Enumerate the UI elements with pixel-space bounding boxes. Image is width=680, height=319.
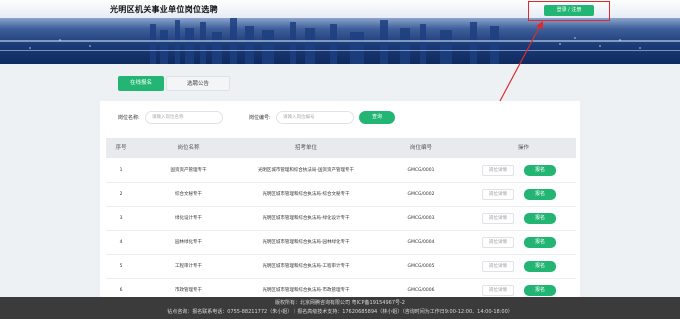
tab-announcement[interactable]: 选聘公告 — [166, 76, 230, 91]
search-row: 岗位名称: 请输入岗位名称 岗位编号: 请输入岗位编号 查询 — [100, 111, 580, 125]
job-detail-button[interactable]: 岗位详情 — [482, 261, 514, 272]
apply-button[interactable]: 报名 — [524, 285, 556, 296]
table-row: 2 综合文秘专干 光明区城市管理和综合执法局-综合文秘专干 GMCG/0002 … — [106, 182, 576, 207]
footer: 版权所有：北京网腾咨询有限公司 粤ICP备19154967号-2 钻点咨询：报名… — [0, 297, 680, 319]
tab-online-signup[interactable]: 在线报名 — [118, 76, 164, 91]
row-job-code: GMCG/0001 — [407, 167, 435, 173]
job-detail-button[interactable]: 岗位详情 — [482, 285, 514, 296]
row-job-code: GMCG/0003 — [407, 215, 435, 221]
row-index: 5 — [119, 263, 123, 269]
job-detail-button[interactable]: 岗位详情 — [482, 165, 514, 176]
row-job-name: 综合文秘专干 — [175, 191, 202, 197]
apply-button[interactable]: 报名 — [524, 189, 556, 200]
job-code-label: 岗位编号: — [249, 115, 271, 121]
main-panel: 岗位名称: 请输入岗位名称 岗位编号: 请输入岗位编号 查询 序号 岗位名称 招… — [100, 101, 580, 303]
table-row: 3 绿化设计专干 光明区城市管理和综合执法局-绿化设计专干 GMCG/0003 … — [106, 206, 576, 231]
row-job-name: 园林绿化专干 — [175, 239, 202, 245]
apply-button[interactable]: 报名 — [524, 261, 556, 272]
job-detail-button[interactable]: 岗位详情 — [482, 213, 514, 224]
table-header: 序号 岗位名称 招考单位 岗位编号 操作 — [106, 138, 576, 158]
row-index: 1 — [119, 167, 123, 173]
col-index: 序号 — [115, 145, 127, 151]
footer-copyright: 版权所有：北京网腾咨询有限公司 粤ICP备19154967号-2 — [274, 300, 405, 306]
footer-contact: 钻点咨询：报名联系电话：0755-88211772（朱小姐）｜报名高级技术支持：… — [167, 309, 513, 315]
apply-button[interactable]: 报名 — [524, 165, 556, 176]
query-button[interactable]: 查询 — [359, 111, 395, 124]
job-code-input[interactable]: 请输入岗位编号 — [276, 111, 354, 124]
row-job-name: 国资资产管理专干 — [170, 167, 207, 173]
row-unit: 光明区城市管理和综合执法局-园林绿化专干 — [262, 239, 350, 245]
col-job-name: 岗位名称 — [177, 145, 200, 151]
row-index: 2 — [119, 191, 123, 197]
row-job-code: GMCG/0002 — [407, 191, 435, 197]
col-action: 操作 — [517, 145, 529, 151]
col-unit: 招考单位 — [294, 145, 317, 151]
col-job-code: 岗位编号 — [409, 145, 432, 151]
row-index: 3 — [119, 215, 123, 221]
apply-button[interactable]: 报名 — [524, 237, 556, 248]
row-unit: 光明区城市管理和综合执法局-国资资产管理专干 — [257, 167, 355, 173]
row-job-code: GMCG/0005 — [407, 263, 435, 269]
row-job-name: 绿化设计专干 — [175, 215, 202, 221]
row-unit: 光明区城市管理和综合执法局-工程审计专干 — [262, 263, 350, 269]
table-row: 5 工程审计专干 光明区城市管理和综合执法局-工程审计专干 GMCG/0005 … — [106, 254, 576, 279]
login-register-button[interactable]: 登录 / 注册 — [544, 5, 594, 16]
job-name-label: 岗位名称: — [118, 115, 140, 121]
row-unit: 光明区城市管理和综合执法局-绿化设计专干 — [262, 215, 350, 221]
row-job-name: 工程审计专干 — [175, 263, 202, 269]
job-detail-button[interactable]: 岗位详情 — [482, 189, 514, 200]
row-unit: 光明区城市管理和综合执法局-综合文秘专干 — [262, 191, 350, 197]
site-title: 光明区机关事业单位岗位选聘 — [110, 5, 218, 14]
table-row: 1 国资资产管理专干 光明区城市管理和综合执法局-国资资产管理专干 GMCG/0… — [106, 158, 576, 183]
job-detail-button[interactable]: 岗位详情 — [482, 237, 514, 248]
apply-button[interactable]: 报名 — [524, 213, 556, 224]
table-row: 4 园林绿化专干 光明区城市管理和综合执法局-园林绿化专干 GMCG/0004 … — [106, 230, 576, 255]
row-job-code: GMCG/0004 — [407, 239, 435, 245]
row-index: 4 — [119, 239, 123, 245]
job-name-input[interactable]: 请输入岗位名称 — [145, 111, 223, 124]
